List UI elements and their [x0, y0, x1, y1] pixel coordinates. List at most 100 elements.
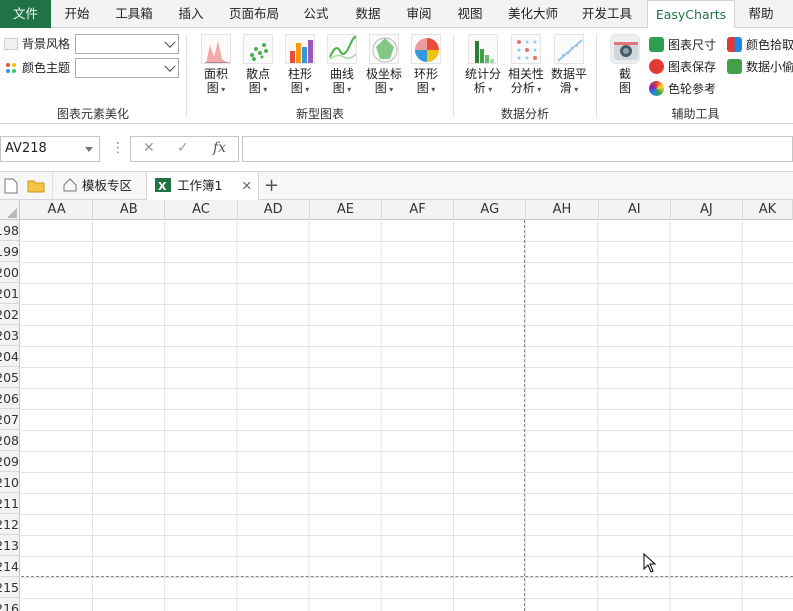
chevron-down-icon: [164, 36, 176, 48]
more-options-icon[interactable]: ⋮: [111, 140, 125, 156]
tab-help[interactable]: 帮助: [738, 0, 784, 28]
data-thief-button[interactable]: 数据小偷: [727, 57, 793, 77]
color-picker-button[interactable]: 颜色拾取: [727, 35, 793, 55]
column-header[interactable]: AD: [238, 200, 310, 220]
chart-save-label: 图表保存: [668, 60, 717, 74]
row-header[interactable]: 202: [0, 304, 19, 325]
area-chart-label-line2: 图: [206, 81, 219, 95]
close-icon[interactable]: ✕: [242, 172, 252, 200]
row-header[interactable]: 208: [0, 430, 19, 451]
row-header[interactable]: 214: [0, 556, 19, 577]
data-smoothing-label: 数据平: [550, 67, 587, 81]
curve-chart-icon: [327, 34, 357, 64]
tab-view[interactable]: 视图: [446, 0, 494, 28]
save-icon: [649, 59, 664, 74]
column-header[interactable]: AB: [93, 200, 166, 220]
confirm-icon[interactable]: ✓: [177, 140, 189, 156]
group-separator: [596, 34, 597, 118]
color-wheel-button[interactable]: 色轮参考: [649, 79, 716, 99]
tab-file[interactable]: 文件: [0, 0, 51, 28]
group-label-tools: 辅助工具: [671, 107, 720, 121]
scatter-chart-icon: [243, 34, 273, 64]
cancel-icon[interactable]: ✕: [143, 140, 155, 156]
row-header[interactable]: 198: [0, 220, 19, 241]
name-box[interactable]: AV218: [0, 136, 100, 162]
tab-workbook-1[interactable]: X 工作簿1 ✕: [146, 172, 259, 200]
tab-developer[interactable]: 开发工具: [573, 0, 641, 28]
column-chart-button[interactable]: 柱形 图 ▾: [280, 34, 320, 102]
color-theme-label: 颜色主题: [4, 58, 70, 78]
row-header[interactable]: 204: [0, 346, 19, 367]
polar-chart-label-line2: 图: [374, 81, 387, 95]
data-thief-label: 数据小偷: [746, 60, 793, 74]
add-tab-button[interactable]: +: [264, 172, 279, 200]
row-header[interactable]: 210: [0, 472, 19, 493]
formula-buttons: ✕ ✓ fx: [130, 136, 239, 162]
row-header[interactable]: 213: [0, 535, 19, 556]
statistics-analysis-button[interactable]: 统计分 析 ▾: [462, 34, 504, 102]
column-header[interactable]: AE: [310, 200, 382, 220]
polar-chart-button[interactable]: 极坐标 图 ▾: [364, 34, 404, 102]
tab-easycharts[interactable]: EasyCharts: [647, 0, 735, 29]
row-header[interactable]: 201: [0, 283, 19, 304]
open-folder-icon[interactable]: [27, 172, 45, 200]
row-header[interactable]: 200: [0, 262, 19, 283]
column-header[interactable]: AG: [454, 200, 527, 220]
column-header[interactable]: AA: [21, 200, 94, 220]
chart-size-button[interactable]: 图表尺寸: [649, 35, 716, 55]
curve-chart-button[interactable]: 曲线 图 ▾: [322, 34, 362, 102]
caret-down-icon: ▾: [386, 85, 394, 94]
row-header[interactable]: 207: [0, 409, 19, 430]
row-header[interactable]: 209: [0, 451, 19, 472]
statistics-analysis-label-line2: 析: [473, 81, 486, 95]
column-header[interactable]: AI: [599, 200, 671, 220]
area-chart-button[interactable]: 面积 图 ▾: [196, 34, 236, 102]
tab-template-zone[interactable]: 模板专区: [52, 172, 138, 200]
tab-beautify-master[interactable]: 美化大师: [499, 0, 567, 28]
page-break-vertical: [524, 220, 525, 611]
smoothing-line-icon: [554, 34, 584, 64]
correlation-analysis-button[interactable]: 相关性 分析 ▾: [505, 34, 547, 102]
correlation-matrix-icon: [511, 34, 541, 64]
column-header[interactable]: AF: [382, 200, 455, 220]
tab-home[interactable]: 开始: [53, 0, 101, 28]
curve-chart-label: 曲线: [329, 67, 354, 81]
row-header[interactable]: 206: [0, 388, 19, 409]
tab-insert[interactable]: 插入: [166, 0, 216, 28]
formula-input[interactable]: [242, 136, 793, 162]
column-header[interactable]: AC: [165, 200, 238, 220]
row-header[interactable]: 216: [0, 598, 19, 611]
screenshot-button[interactable]: 截 图: [605, 34, 645, 102]
curve-chart-label-line2: 图: [332, 81, 345, 95]
row-header[interactable]: 215: [0, 577, 19, 598]
chevron-down-icon[interactable]: [85, 147, 93, 152]
row-header[interactable]: 205: [0, 367, 19, 388]
ring-chart-button[interactable]: 环形 图 ▾: [406, 34, 446, 102]
tab-data[interactable]: 数据: [344, 0, 392, 28]
column-headers: AA AB AC AD AE AF AG AH AI AJ AK: [0, 200, 793, 220]
tab-page-layout[interactable]: 页面布局: [222, 0, 286, 28]
row-header[interactable]: 211: [0, 493, 19, 514]
column-header[interactable]: AH: [526, 200, 599, 220]
chart-save-button[interactable]: 图表保存: [649, 57, 716, 77]
statistics-analysis-label: 统计分: [464, 67, 501, 81]
column-header[interactable]: AK: [743, 200, 793, 220]
data-smoothing-button[interactable]: 数据平 滑 ▾: [548, 34, 590, 102]
select-all-corner[interactable]: [0, 200, 20, 220]
function-icon[interactable]: fx: [213, 140, 226, 156]
correlation-analysis-label-2: 分析 ▾: [505, 81, 547, 97]
tab-review[interactable]: 审阅: [395, 0, 443, 28]
column-header[interactable]: AJ: [671, 200, 743, 220]
tab-formulas[interactable]: 公式: [292, 0, 340, 28]
color-theme-dropdown[interactable]: [75, 58, 179, 78]
row-header[interactable]: 199: [0, 241, 19, 262]
row-header[interactable]: 203: [0, 325, 19, 346]
scatter-chart-button[interactable]: 散点 图 ▾: [238, 34, 278, 102]
tab-toolbox[interactable]: 工具箱: [106, 0, 162, 28]
new-file-icon[interactable]: [4, 172, 18, 200]
document-tab-bar: 模板专区 X 工作簿1 ✕ +: [0, 172, 793, 200]
magnifier-icon: [727, 59, 742, 74]
cell-grid[interactable]: [21, 221, 793, 611]
row-header[interactable]: 212: [0, 514, 19, 535]
background-style-dropdown[interactable]: [75, 34, 179, 54]
